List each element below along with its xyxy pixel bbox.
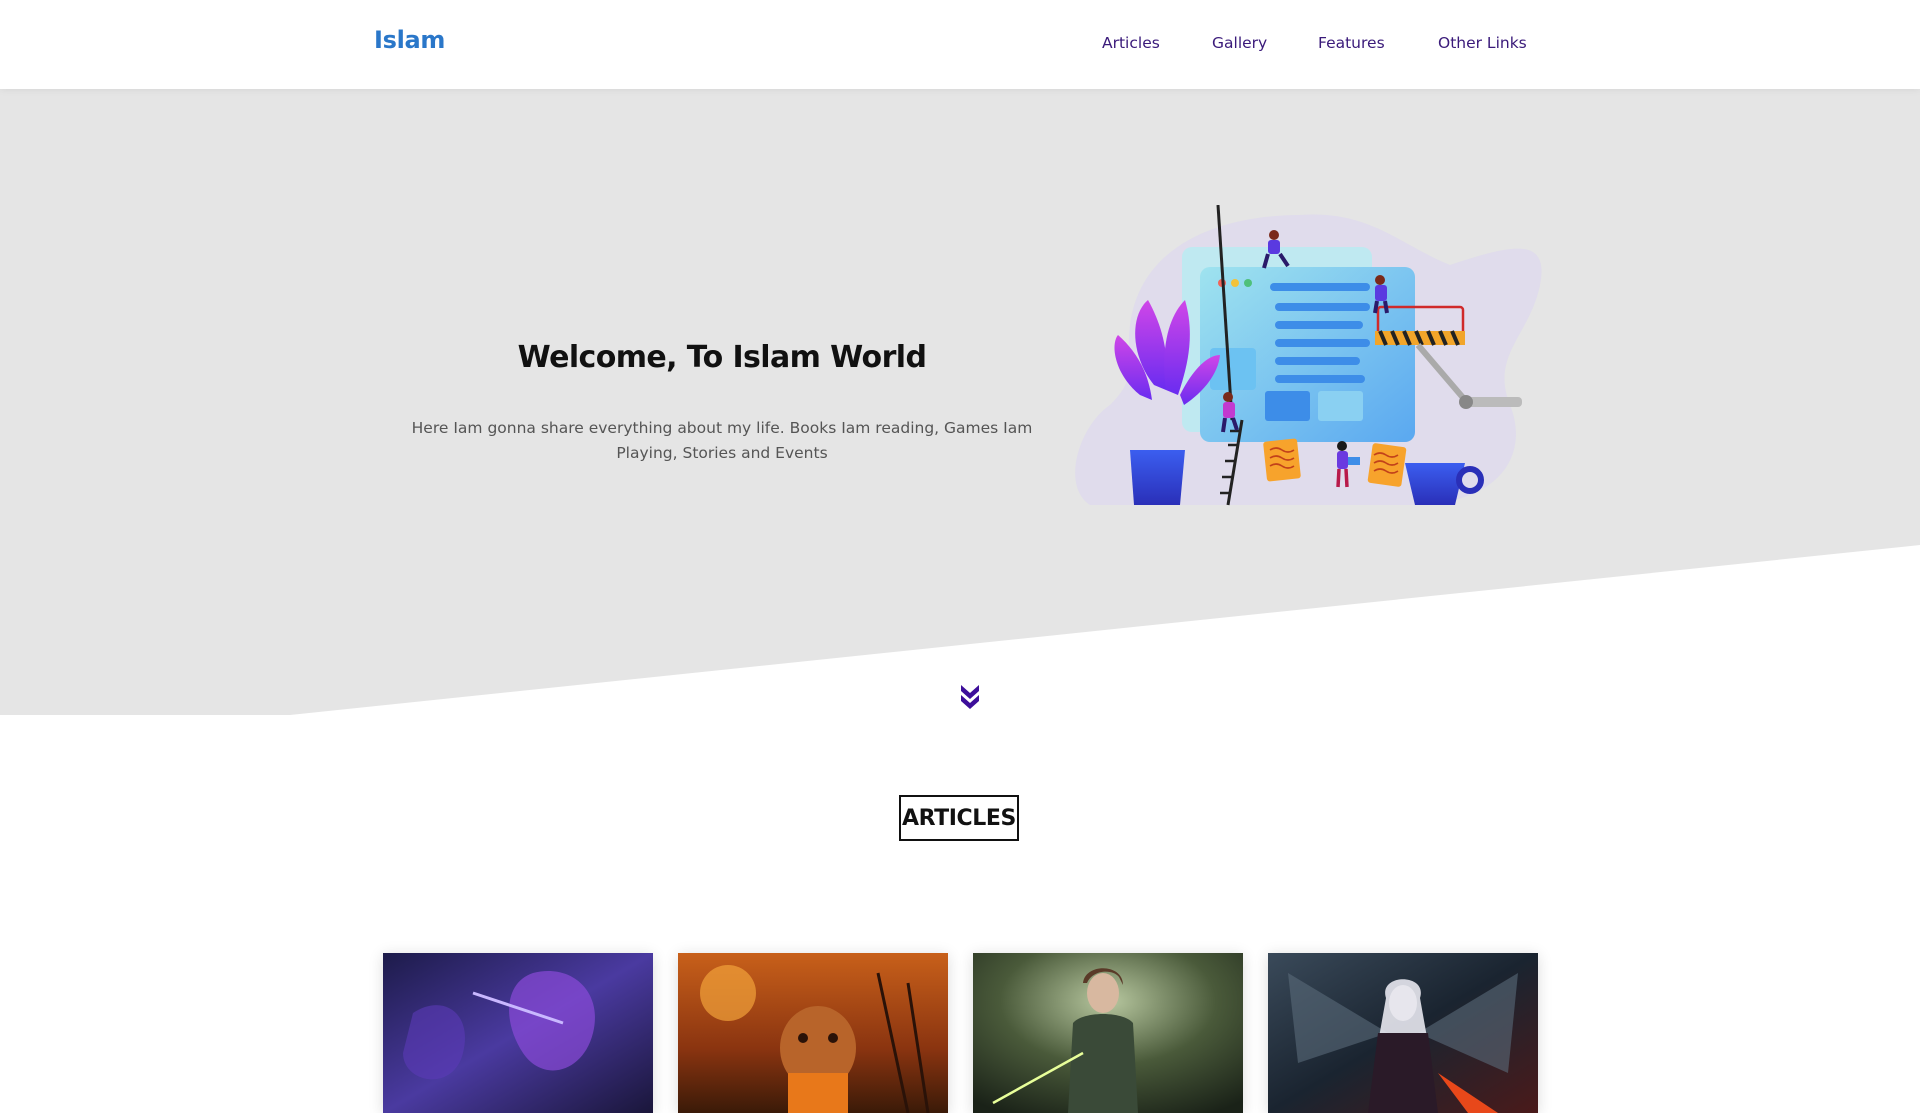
double-chevron-down-icon[interactable] <box>958 682 982 712</box>
landing-description: Here Iam gonna share everything about my… <box>411 419 1033 462</box>
article-card[interactable] <box>383 953 653 1113</box>
articles-section-title: ARTICLES <box>899 795 1019 841</box>
nav-link-articles[interactable]: Articles <box>1102 34 1160 52</box>
article-card-image <box>383 953 653 1113</box>
article-card[interactable] <box>678 953 948 1113</box>
article-card-image <box>1268 953 1538 1113</box>
article-card[interactable] <box>1268 953 1538 1113</box>
site-header: Islam Articles Gallery Features Other Li… <box>0 0 1920 89</box>
landing-background <box>0 89 1920 715</box>
landing-title: Welcome, To Islam World <box>517 340 927 375</box>
site-logo[interactable]: Islam <box>374 26 445 54</box>
nav-link-features[interactable]: Features <box>1318 34 1385 52</box>
nav-link-other-links[interactable]: Other Links <box>1438 34 1527 52</box>
article-card[interactable] <box>973 953 1243 1113</box>
nav-link-gallery[interactable]: Gallery <box>1212 34 1267 52</box>
article-card-image <box>973 953 1243 1113</box>
article-card-image <box>678 953 948 1113</box>
web-development-illustration-icon <box>1075 205 1542 506</box>
